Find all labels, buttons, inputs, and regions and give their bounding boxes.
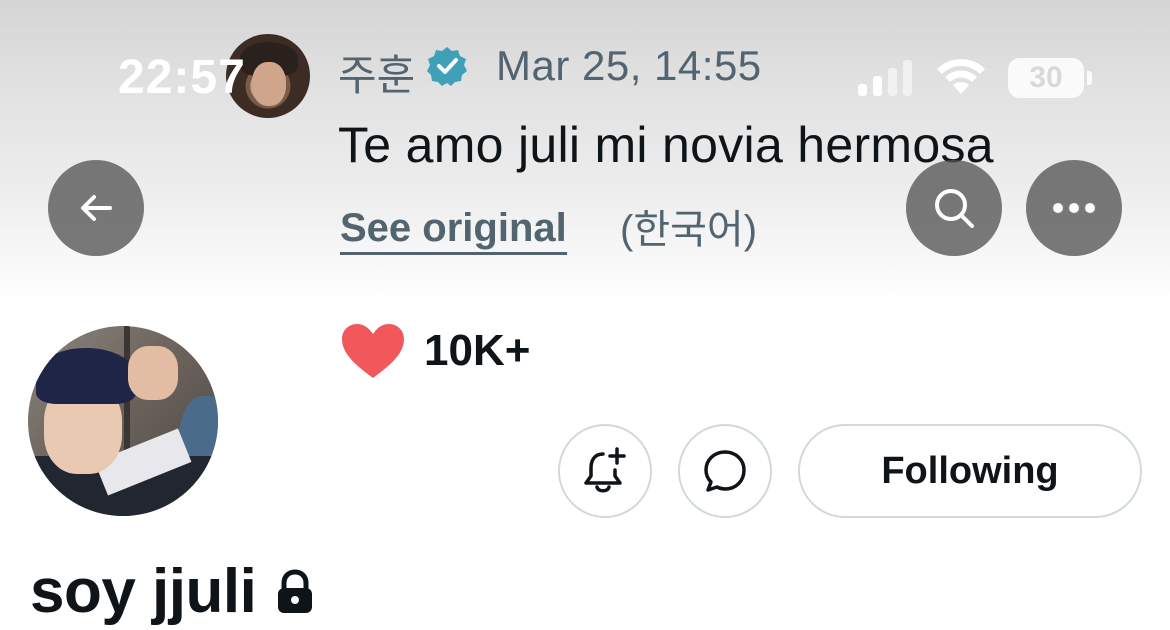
message-icon	[704, 450, 746, 492]
following-button[interactable]: Following	[798, 424, 1142, 518]
notifications-button[interactable]	[558, 424, 652, 518]
post-date: Mar 25, 14:55	[496, 42, 762, 89]
battery-tip	[1087, 71, 1092, 85]
bell-plus-icon	[584, 447, 626, 493]
verified-badge-icon	[427, 47, 467, 86]
profile-display-name: soy jjuli	[30, 556, 316, 627]
see-original-link[interactable]: See original	[340, 206, 567, 255]
post-author-name[interactable]: 주훈	[338, 42, 415, 103]
wifi-icon	[937, 59, 985, 94]
search-button[interactable]	[906, 160, 1002, 256]
search-icon	[935, 189, 974, 228]
status-time: 22:57	[118, 51, 246, 104]
back-button[interactable]	[48, 160, 144, 256]
post-text: Te amo juli mi novia hermosa	[338, 117, 994, 173]
back-arrow-icon	[81, 195, 112, 221]
battery-indicator: 30	[1008, 58, 1084, 98]
more-icon	[1053, 203, 1095, 213]
message-button[interactable]	[678, 424, 772, 518]
like-count: 10K+	[424, 326, 531, 375]
lock-icon	[278, 568, 313, 613]
signal-icon	[858, 60, 912, 96]
profile-avatar[interactable]	[20, 318, 226, 524]
display-name-text: soy jjuli	[30, 557, 257, 626]
more-options-button[interactable]	[1026, 160, 1122, 256]
profile-photo	[28, 326, 218, 516]
original-language: (한국어)	[620, 208, 758, 252]
battery-level: 30	[1029, 61, 1063, 94]
heart-icon[interactable]	[340, 322, 406, 380]
